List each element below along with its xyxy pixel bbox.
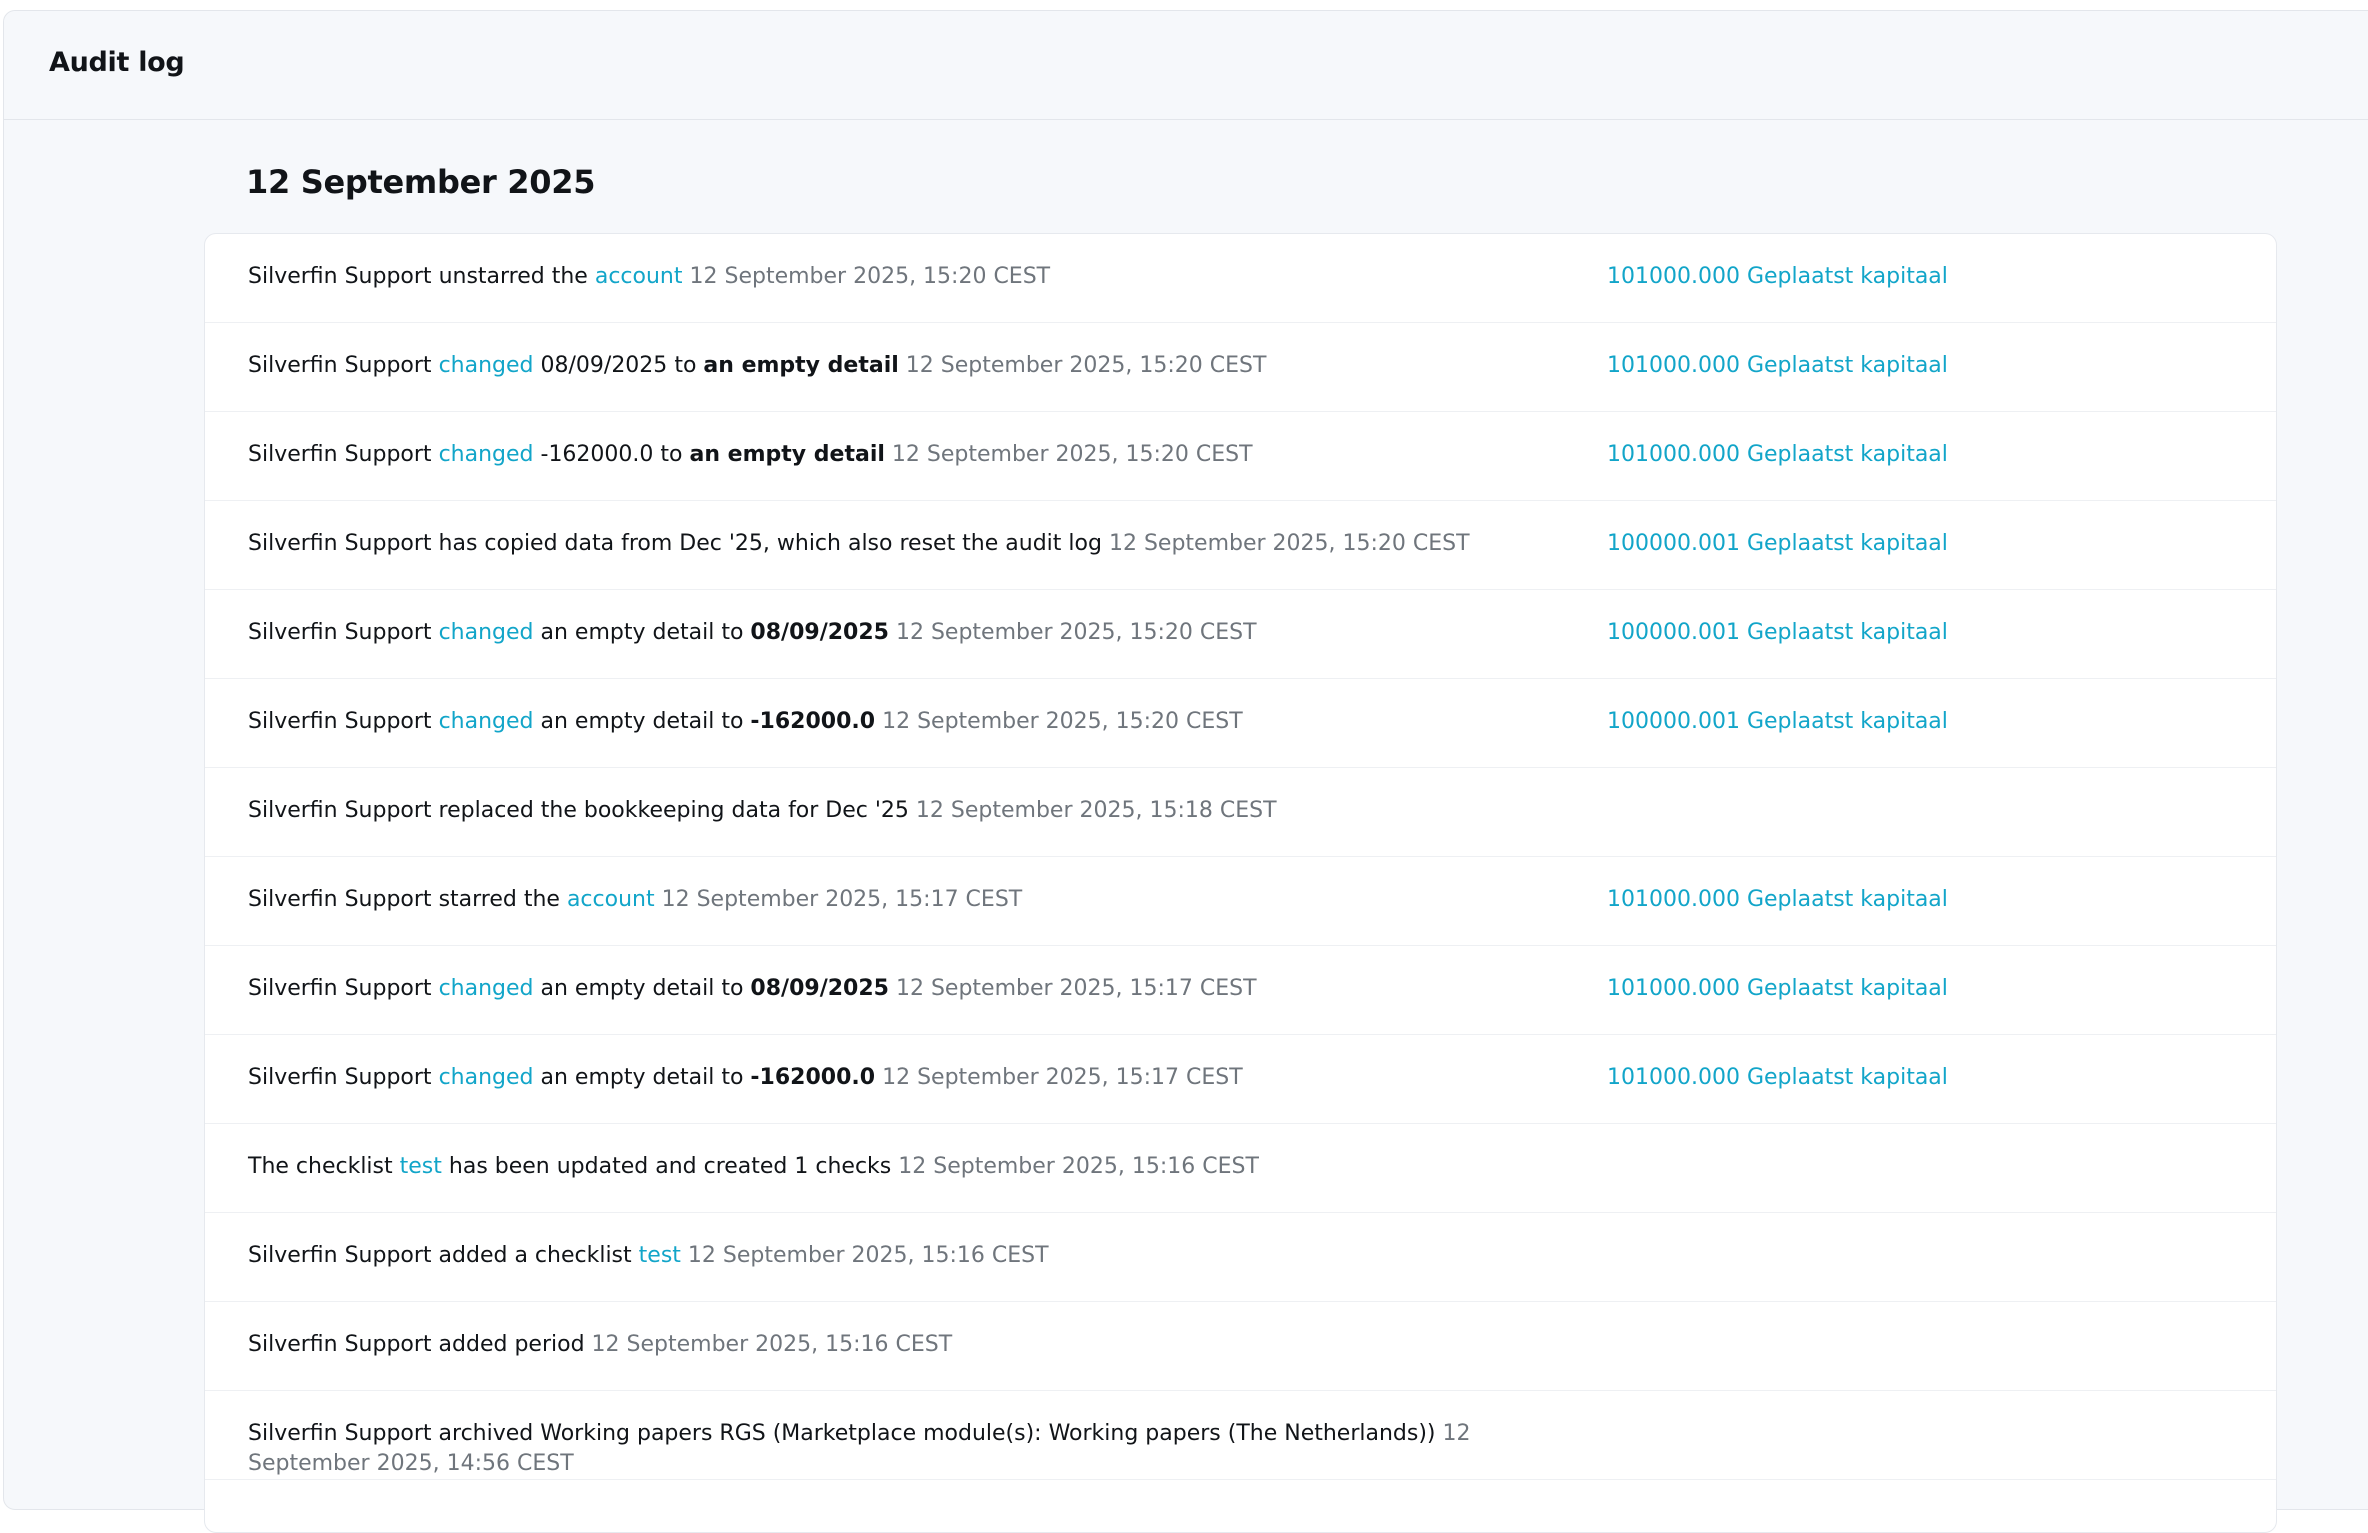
actor-name: Silverfin Support — [248, 264, 432, 289]
event-timestamp: 12 September 2025, 15:17 CEST — [661, 887, 1023, 912]
event-prefix: Silverfin Support added a checklist — [248, 1243, 632, 1268]
to-word: to — [660, 442, 683, 467]
event-description: Silverfin Support starred the account 12… — [248, 885, 1518, 915]
actor-name: Silverfin Support — [248, 887, 432, 912]
account-link-right[interactable]: 101000.000 Geplaatst kapitaal — [1607, 262, 1948, 292]
account-link-right[interactable]: 100000.001 Geplaatst kapitaal — [1607, 529, 1948, 559]
audit-log-row: Silverfin Support changed an empty detai… — [205, 590, 2276, 679]
old-value: -162000.0 — [540, 442, 654, 467]
actor-name: Silverfin Support — [248, 709, 432, 734]
new-value: an empty detail — [703, 353, 899, 378]
event-description: Silverfin Support changed an empty detai… — [248, 1063, 1518, 1093]
event-description: Silverfin Support changed -162000.0 to a… — [248, 440, 1518, 470]
event-timestamp: 12 September 2025, 15:17 CEST — [882, 1065, 1243, 1090]
audit-log-row: Silverfin Support changed an empty detai… — [205, 1035, 2276, 1124]
event-timestamp: 12 September 2025, 15:18 CEST — [915, 798, 1277, 823]
to-word: to — [721, 976, 744, 1001]
to-word: to — [674, 353, 697, 378]
event-timestamp: 12 September 2025, 15:20 CEST — [1108, 531, 1470, 556]
event-timestamp: 12 September 2025, 15:17 CEST — [895, 976, 1257, 1001]
event-description: Silverfin Support archived Working paper… — [248, 1419, 1538, 1479]
new-value: 08/09/2025 — [750, 976, 889, 1001]
actor-name: Silverfin Support — [248, 1065, 432, 1090]
audit-log-row: Silverfin Support changed an empty detai… — [205, 946, 2276, 1035]
actor-name: Silverfin Support — [248, 353, 432, 378]
new-value: -162000.0 — [750, 1065, 876, 1090]
actor-name: Silverfin Support — [248, 620, 432, 645]
event-description: Silverfin Support replaced the bookkeepi… — [248, 796, 1518, 826]
audit-log-row: Silverfin Support replaced the bookkeepi… — [205, 768, 2276, 857]
to-word: to — [721, 620, 744, 645]
event-timestamp: 12 September 2025, 15:16 CEST — [591, 1332, 953, 1357]
audit-log-list: Silverfin Support unstarred the account … — [204, 233, 2277, 1533]
old-value: an empty detail — [540, 620, 715, 645]
event-verb: starred the — [438, 887, 560, 912]
page-title: Audit log — [49, 47, 185, 78]
audit-log-row: Silverfin Support changed -162000.0 to a… — [205, 412, 2276, 501]
audit-log-row: Silverfin Support changed an empty detai… — [205, 679, 2276, 768]
event-timestamp: 12 September 2025, 15:20 CEST — [905, 353, 1267, 378]
event-prefix: The checklist — [248, 1154, 393, 1179]
actor-name: Silverfin Support — [248, 976, 432, 1001]
changed-link[interactable]: changed — [439, 442, 534, 467]
event-description: Silverfin Support unstarred the account … — [248, 262, 1518, 292]
account-link-right[interactable]: 101000.000 Geplaatst kapitaal — [1607, 885, 1948, 915]
event-suffix: has been updated and created 1 checks — [448, 1154, 892, 1179]
audit-log-row: Silverfin Support added a checklist test… — [205, 1213, 2276, 1302]
event-description: The checklist test has been updated and … — [248, 1152, 1518, 1182]
event-timestamp: 12 September 2025, 15:20 CEST — [689, 264, 1051, 289]
audit-log-row: Silverfin Support archived Working paper… — [205, 1391, 2276, 1480]
changed-link[interactable]: changed — [439, 620, 534, 645]
old-value: an empty detail — [540, 1065, 715, 1090]
changed-link[interactable]: changed — [439, 709, 534, 734]
checklist-link[interactable]: test — [400, 1154, 442, 1179]
account-link[interactable]: account — [595, 264, 683, 289]
event-text: Silverfin Support archived Working paper… — [248, 1421, 1436, 1446]
changed-link[interactable]: changed — [439, 353, 534, 378]
account-link-right[interactable]: 100000.001 Geplaatst kapitaal — [1607, 618, 1948, 648]
event-timestamp: 12 September 2025, 15:16 CEST — [687, 1243, 1049, 1268]
event-description: Silverfin Support added a checklist test… — [248, 1241, 1518, 1271]
to-word: to — [721, 709, 744, 734]
audit-log-row: Silverfin Support unstarred the account … — [205, 234, 2276, 323]
audit-log-row: Silverfin Support changed 08/09/2025 to … — [205, 323, 2276, 412]
account-link-right[interactable]: 101000.000 Geplaatst kapitaal — [1607, 440, 1948, 470]
top-bar: Audit log — [4, 11, 2368, 120]
audit-log-row: Silverfin Support has copied data from D… — [205, 501, 2276, 590]
audit-log-row: The checklist test has been updated and … — [205, 1124, 2276, 1213]
account-link-right[interactable]: 100000.001 Geplaatst kapitaal — [1607, 707, 1948, 737]
old-value: an empty detail — [540, 976, 715, 1001]
new-value: 08/09/2025 — [750, 620, 889, 645]
account-link-right[interactable]: 101000.000 Geplaatst kapitaal — [1607, 974, 1948, 1004]
new-value: -162000.0 — [750, 709, 876, 734]
event-description: Silverfin Support changed an empty detai… — [248, 974, 1518, 1004]
changed-link[interactable]: changed — [439, 1065, 534, 1090]
new-value: an empty detail — [689, 442, 885, 467]
event-text: Silverfin Support replaced the bookkeepi… — [248, 798, 909, 823]
audit-log-row: Silverfin Support starred the account 12… — [205, 857, 2276, 946]
account-link-right[interactable]: 101000.000 Geplaatst kapitaal — [1607, 351, 1948, 381]
event-description: Silverfin Support changed an empty detai… — [248, 618, 1518, 648]
event-verb: unstarred the — [438, 264, 588, 289]
event-description: Silverfin Support has copied data from D… — [248, 529, 1518, 559]
to-word: to — [721, 1065, 744, 1090]
event-description: Silverfin Support changed 08/09/2025 to … — [248, 351, 1518, 381]
changed-link[interactable]: changed — [439, 976, 534, 1001]
account-link[interactable]: account — [567, 887, 655, 912]
event-timestamp: 12 September 2025, 15:20 CEST — [882, 709, 1243, 734]
event-timestamp: 12 September 2025, 15:20 CEST — [891, 442, 1253, 467]
date-group-heading: 12 September 2025 — [246, 163, 596, 201]
event-text: Silverfin Support has copied data from D… — [248, 531, 1102, 556]
event-timestamp: 12 September 2025, 15:20 CEST — [895, 620, 1257, 645]
event-description: Silverfin Support added period 12 Septem… — [248, 1330, 1518, 1360]
event-description: Silverfin Support changed an empty detai… — [248, 707, 1518, 737]
checklist-link[interactable]: test — [639, 1243, 681, 1268]
event-timestamp: 12 September 2025, 15:16 CEST — [898, 1154, 1259, 1179]
account-link-right[interactable]: 101000.000 Geplaatst kapitaal — [1607, 1063, 1948, 1093]
audit-log-row: Silverfin Support added period 12 Septem… — [205, 1302, 2276, 1391]
old-value: an empty detail — [540, 709, 715, 734]
actor-name: Silverfin Support — [248, 442, 432, 467]
old-value: 08/09/2025 — [540, 353, 668, 378]
event-text: Silverfin Support added period — [248, 1332, 585, 1357]
